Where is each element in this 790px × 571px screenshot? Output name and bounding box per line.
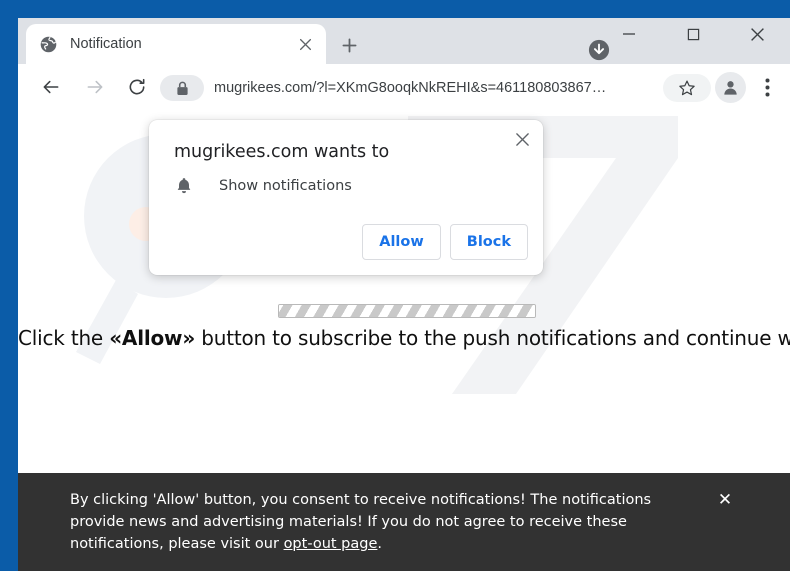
tab-notification[interactable]: Notification — [26, 24, 326, 64]
back-arrow-icon[interactable] — [36, 72, 66, 102]
dialog-close-button[interactable] — [511, 128, 533, 150]
address-bar[interactable]: mugrikees.com/?l=XKmG8ooqkNkREHI&s=46118… — [160, 74, 650, 102]
dialog-permission-row: Show notifications — [174, 176, 352, 196]
window-maximize-button[interactable] — [670, 18, 716, 50]
consent-text-part2: . — [377, 536, 383, 552]
reload-icon[interactable] — [122, 72, 152, 102]
consent-bar: By clicking 'Allow' button, you consent … — [18, 473, 790, 571]
window-minimize-button[interactable] — [606, 18, 652, 50]
tab-strip: Notification — [18, 18, 790, 64]
forward-arrow-icon — [80, 72, 110, 102]
new-tab-button[interactable] — [334, 30, 364, 60]
headline-after: button to subscribe to the push notifica… — [201, 326, 790, 350]
page-headline: Click the «Allow» button to subscribe to… — [18, 326, 790, 350]
progress-bar — [278, 304, 536, 318]
bell-icon — [174, 176, 194, 196]
address-bar-url: mugrikees.com/?l=XKmG8ooqkNkREHI&s=46118… — [214, 80, 607, 96]
headline-before: Click the — [18, 326, 110, 350]
tab-title: Notification — [70, 36, 142, 52]
page-viewport: risk.com Click the «Allow» button to sub… — [18, 111, 790, 571]
headline-bold: «Allow» — [109, 326, 196, 350]
allow-button[interactable]: Allow — [362, 224, 441, 260]
tab-close-button[interactable] — [292, 31, 318, 57]
consent-close-button[interactable]: ✕ — [715, 490, 735, 510]
browser-toolbar: mugrikees.com/?l=XKmG8ooqkNkREHI&s=46118… — [18, 64, 790, 112]
browser-window-frame: Notification mugrikees.com/?l=XKmG8ooqkN… — [0, 0, 790, 571]
block-button[interactable]: Block — [449, 224, 528, 260]
browser-chrome: Notification mugrikees.com/?l=XKmG8ooqkN… — [18, 18, 790, 571]
globe-icon — [40, 36, 57, 53]
progress-bar-fill — [279, 305, 535, 317]
bookmark-star-icon[interactable] — [663, 74, 711, 102]
consent-text: By clicking 'Allow' button, you consent … — [70, 489, 710, 555]
dialog-actions: Allow Block — [362, 224, 528, 260]
opt-out-page-link[interactable]: opt-out page — [284, 536, 378, 552]
window-close-button[interactable] — [734, 18, 780, 50]
profile-avatar-icon[interactable] — [715, 72, 746, 103]
dialog-title: mugrikees.com wants to — [174, 142, 390, 162]
lock-icon[interactable] — [160, 75, 204, 101]
notification-permission-dialog: mugrikees.com wants to Show notification… — [149, 120, 543, 275]
three-dot-menu-icon[interactable] — [752, 72, 782, 102]
dialog-permission-label: Show notifications — [219, 178, 352, 194]
